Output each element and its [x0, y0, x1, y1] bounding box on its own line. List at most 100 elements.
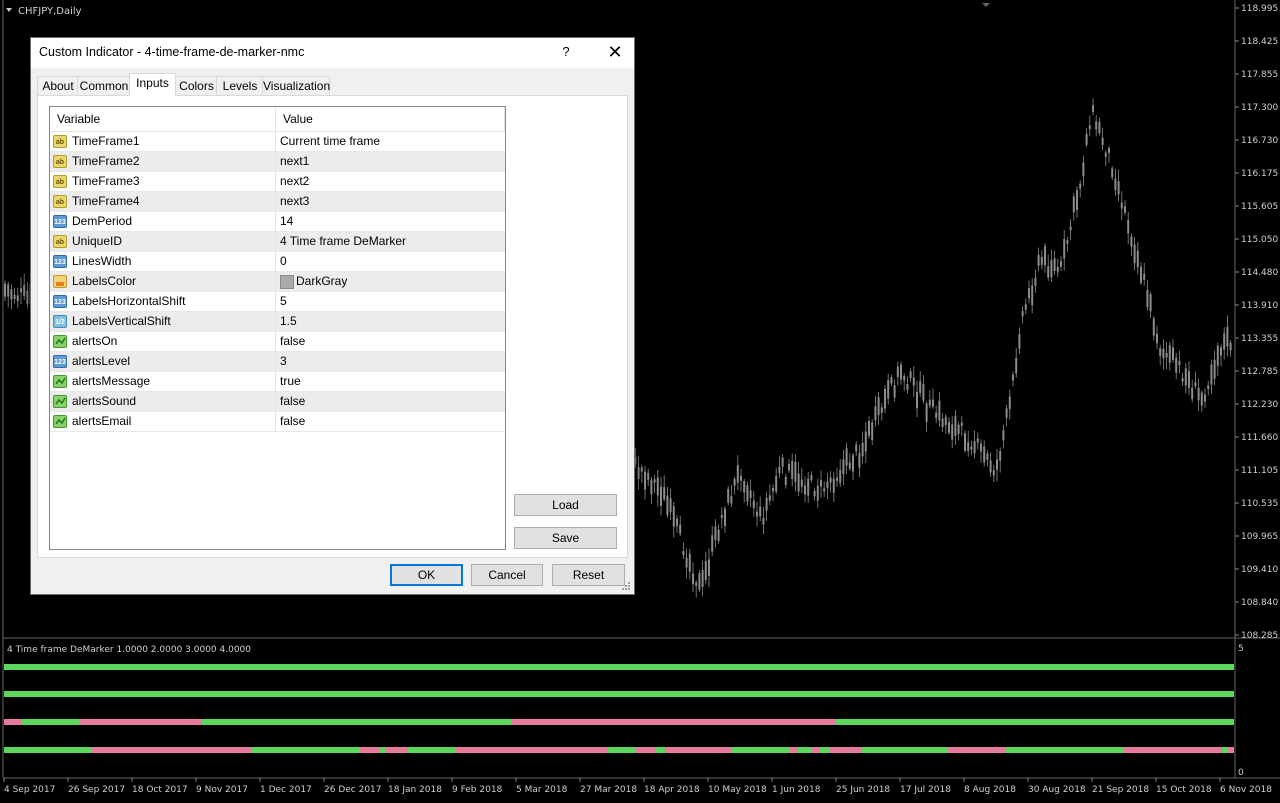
input-row-alertssound[interactable]: alertsSound false: [50, 392, 505, 412]
candle-body: [704, 561, 707, 580]
column-header-variable[interactable]: Variable: [50, 107, 276, 131]
candle-body: [1028, 288, 1030, 299]
value-cell[interactable]: false: [280, 332, 305, 351]
reset-button[interactable]: Reset: [552, 564, 625, 586]
demarker-segment-line-2: [80, 719, 202, 725]
candle-body: [944, 416, 947, 426]
variable-name: TimeFrame2: [72, 154, 140, 168]
input-row-lineswidth[interactable]: 123 LinesWidth 0: [50, 252, 505, 272]
price-tick-label: 113.355: [1241, 334, 1278, 344]
save-button[interactable]: Save: [514, 527, 617, 549]
candle-body: [1216, 345, 1219, 366]
load-button[interactable]: Load: [514, 494, 617, 516]
value-cell[interactable]: 5: [280, 292, 287, 311]
candle-body: [7, 284, 10, 297]
candle-body: [992, 470, 995, 476]
candle-body: [727, 488, 730, 503]
tab-levels[interactable]: Levels: [216, 76, 264, 96]
inputs-grid[interactable]: Variable Value ab TimeFrame1 Current time …: [49, 106, 506, 550]
price-tick-label: 117.855: [1241, 70, 1278, 80]
candle-body: [932, 399, 934, 407]
demarker-segment-line-1: [790, 747, 798, 753]
tab-common[interactable]: Common: [77, 76, 131, 96]
demarker-segment-line-1: [665, 747, 732, 753]
candle-body: [1226, 326, 1229, 347]
help-button[interactable]: ?: [551, 38, 581, 68]
candle-body: [1191, 387, 1194, 400]
value-cell[interactable]: false: [280, 412, 305, 431]
price-tick-label: 108.840: [1241, 598, 1278, 608]
candle-body: [826, 481, 829, 489]
value-cell[interactable]: 0: [280, 252, 287, 271]
demarker-segment-line-1: [812, 747, 820, 753]
input-row-alertsmessage[interactable]: alertsMessage true: [50, 372, 505, 392]
candle-body: [1188, 371, 1190, 388]
tab-inputs[interactable]: Inputs: [129, 73, 176, 96]
demarker-segment-line-2: [4, 719, 22, 725]
value-cell[interactable]: 3: [280, 352, 287, 371]
cancel-button[interactable]: Cancel: [471, 564, 543, 586]
value-cell[interactable]: next3: [280, 192, 309, 211]
candle-body: [1130, 236, 1133, 247]
demarker-segment-line-2: [202, 719, 512, 725]
value-cell[interactable]: 4 Time frame DeMarker: [280, 232, 406, 251]
string-type-icon: ab: [53, 175, 67, 188]
variable-cell: alertsSound: [50, 392, 276, 411]
candle-body: [679, 524, 682, 534]
input-row-labelsverticalshift[interactable]: 1/2 LabelsVerticalShift 1.5: [50, 312, 505, 332]
value-cell[interactable]: true: [280, 372, 301, 391]
candle-body: [842, 459, 845, 475]
candle-body: [692, 573, 694, 585]
input-row-timeframe2[interactable]: ab TimeFrame2 next1: [50, 152, 505, 172]
dialog-titlebar[interactable]: Custom Indicator - 4-time-frame-de-marke…: [31, 38, 634, 68]
ok-button[interactable]: OK: [390, 564, 463, 586]
value-cell[interactable]: 1.5: [280, 312, 297, 331]
candle-body: [26, 290, 29, 304]
input-row-labelshorizontalshift[interactable]: 123 LabelsHorizontalShift 5: [50, 292, 505, 312]
candle-body: [797, 473, 800, 492]
candle-body: [928, 399, 931, 406]
candle-body: [861, 442, 864, 457]
variable-cell: 123 alertsLevel: [50, 352, 276, 371]
column-header-value[interactable]: Value: [276, 107, 505, 131]
candle-body: [768, 495, 771, 501]
date-tick-label: 30 Aug 2018: [1028, 785, 1086, 795]
demarker-segment-line-1: [407, 747, 455, 753]
input-row-demperiod[interactable]: 123 DemPeriod 14: [50, 212, 505, 232]
value-cell[interactable]: false: [280, 392, 305, 411]
candle-body: [1207, 385, 1210, 389]
input-row-timeframe3[interactable]: ab TimeFrame3 next2: [50, 172, 505, 192]
input-row-timeframe1[interactable]: ab TimeFrame1 Current time frame: [50, 132, 505, 152]
tab-about[interactable]: About: [37, 76, 79, 96]
candle-body: [784, 476, 787, 485]
candle-body: [1146, 289, 1149, 308]
variable-cell: 123 LabelsHorizontalShift: [50, 292, 276, 311]
input-row-timeframe4[interactable]: ab TimeFrame4 next3: [50, 192, 505, 212]
input-row-alertsemail[interactable]: alertsEmail false: [50, 412, 505, 432]
value-cell[interactable]: next1: [280, 152, 309, 171]
candle-body: [916, 391, 918, 409]
candle-body: [935, 412, 938, 419]
candle-body: [989, 460, 992, 473]
demarker-segment-line-1: [252, 747, 360, 753]
resize-grip-icon[interactable]: [621, 581, 631, 591]
tab-colors[interactable]: Colors: [175, 76, 218, 96]
close-button[interactable]: ✕: [599, 38, 631, 68]
value-cell[interactable]: 14: [280, 212, 293, 231]
input-row-labelscolor[interactable]: LabelsColor DarkGray: [50, 272, 505, 292]
input-row-uniqueid[interactable]: ab UniqueID 4 Time frame DeMarker: [50, 232, 505, 252]
variable-cell: LabelsColor: [50, 272, 276, 291]
input-row-alertson[interactable]: alertsOn false: [50, 332, 505, 352]
demarker-segment-line-1: [1124, 747, 1222, 753]
candle-body: [688, 553, 691, 572]
value-cell[interactable]: next2: [280, 172, 309, 191]
color-swatch[interactable]: [280, 275, 294, 289]
input-row-alertslevel[interactable]: 123 alertsLevel 3: [50, 352, 505, 372]
date-tick-label: 26 Dec 2017: [324, 785, 382, 795]
candle-body: [1111, 168, 1114, 178]
value-cell[interactable]: DarkGray: [296, 272, 347, 291]
value-cell[interactable]: Current time frame: [280, 132, 380, 151]
variable-name: TimeFrame1: [72, 134, 140, 148]
tab-visualization[interactable]: Visualization: [262, 76, 330, 96]
int-type-icon: 123: [53, 355, 67, 368]
